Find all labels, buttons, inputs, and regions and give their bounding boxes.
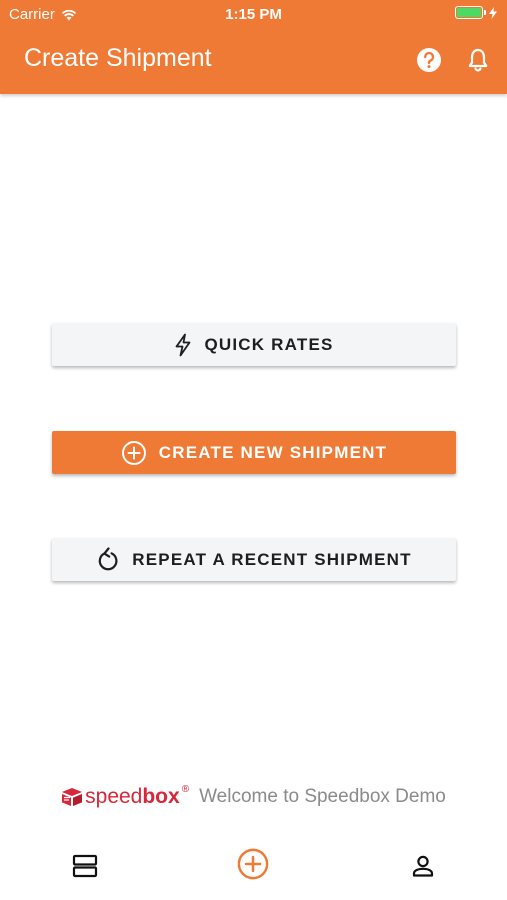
bottom-tab-bar <box>0 840 507 900</box>
create-new-shipment-button[interactable]: CREATE NEW SHIPMENT <box>52 431 456 474</box>
status-time: 1:15 PM <box>225 6 282 23</box>
registered-mark: ® <box>181 783 190 795</box>
charging-bolt-icon <box>489 6 497 19</box>
speedbox-logo: speedbox ® <box>61 783 190 809</box>
quick-rates-label: QUICK RATES <box>204 334 334 354</box>
speedbox-box-icon <box>62 788 83 806</box>
help-icon[interactable] <box>415 46 443 74</box>
list-icon <box>72 854 98 878</box>
brand-name-light: speed <box>85 785 143 808</box>
welcome-text: Welcome to Speedbox Demo <box>199 786 446 807</box>
repeat-recent-shipment-button[interactable]: REPEAT A RECENT SHIPMENT <box>52 538 456 581</box>
status-bar: Carrier 1:15 PM <box>0 0 507 28</box>
lightning-icon <box>176 333 191 356</box>
brand-name-bold: box <box>142 785 180 808</box>
tab-create-shipment[interactable] <box>237 848 269 880</box>
page-title: Create Shipment <box>24 44 212 72</box>
battery-indicator <box>455 6 497 19</box>
tab-profile[interactable] <box>407 850 439 882</box>
quick-rates-button[interactable]: QUICK RATES <box>52 323 456 366</box>
welcome-footer: speedbox ® Welcome to Speedbox Demo <box>0 782 507 812</box>
profile-icon <box>412 855 434 877</box>
bell-icon[interactable] <box>464 46 492 74</box>
brand-name: speedbox <box>85 785 180 809</box>
create-new-shipment-label: CREATE NEW SHIPMENT <box>158 442 388 462</box>
repeat-recent-shipment-label: REPEAT A RECENT SHIPMENT <box>132 549 412 569</box>
add-circle-icon <box>121 440 146 465</box>
battery-icon <box>455 6 483 19</box>
replay-icon <box>98 546 118 570</box>
tab-shipments[interactable] <box>69 850 101 882</box>
add-circle-icon <box>237 848 269 880</box>
app-header: Carrier 1:15 PM Create Shipment <box>0 0 507 94</box>
